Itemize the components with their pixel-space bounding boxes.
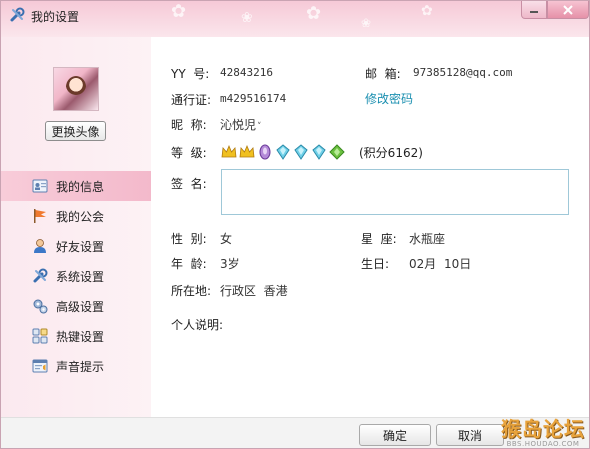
birthday-month: 02月 — [409, 257, 437, 271]
avatar — [53, 67, 99, 111]
constellation-value: 水瓶座 — [409, 232, 446, 246]
level-badges — [221, 144, 345, 160]
sidebar-item-hotkey-settings[interactable]: 热键设置 — [1, 321, 151, 351]
watermark-title: 猴岛论坛 — [501, 417, 585, 441]
cancel-button[interactable]: 取消 — [436, 424, 504, 446]
green-arrow-icon — [329, 144, 345, 160]
close-button[interactable] — [547, 1, 589, 19]
ok-button[interactable]: 确定 — [359, 424, 431, 446]
signature-label: 签 名: — [171, 177, 207, 191]
nickname-value: 沁悦児 — [220, 118, 257, 132]
age-label: 年 龄: — [171, 257, 207, 271]
location-label: 所在地: — [171, 284, 212, 298]
flower-decoration: ✿ — [306, 3, 322, 24]
sidebar-item-my-guild[interactable]: 我的公会 — [1, 201, 151, 231]
purple-gem-icon — [259, 144, 271, 160]
level-label: 等 级: — [171, 146, 207, 160]
watermark-url: BBS.HOUDAO.COM — [506, 440, 580, 448]
keyboard-icon — [32, 328, 48, 344]
forum-watermark: 猴岛论坛 BBS.HOUDAO.COM — [501, 418, 585, 448]
sidebar-item-label: 系统设置 — [56, 269, 105, 284]
sidebar-item-label: 我的信息 — [56, 179, 105, 194]
sidebar-nav: 我的信息 我的公会 好友设置 系统设置 高级设置 热键设置 声音提示 — [1, 171, 151, 381]
wrench-icon — [10, 7, 25, 22]
email-label: 邮 箱: — [365, 67, 401, 81]
sidebar-item-label: 声音提示 — [56, 359, 105, 374]
points-text: (积分6162) — [359, 146, 423, 160]
id-card-icon — [32, 179, 48, 193]
diamond-icon — [294, 144, 308, 160]
constellation-label: 星 座: — [361, 232, 397, 246]
sidebar-item-label: 好友设置 — [56, 239, 105, 254]
sidebar-item-label: 我的公会 — [56, 209, 105, 224]
sidebar-item-my-info[interactable]: 我的信息 — [1, 171, 151, 201]
sidebar-item-system-settings[interactable]: 系统设置 — [1, 261, 151, 291]
close-icon — [563, 4, 573, 15]
diamond-icon — [312, 144, 326, 160]
minimize-button[interactable] — [521, 1, 547, 19]
personal-note-label: 个人说明: — [171, 318, 224, 332]
title-bar[interactable]: 我的设置 ✿ ❀ ✿ ❀ ✿ — [1, 1, 589, 37]
crown-icon — [239, 144, 255, 158]
dialog-footer: 确定 取消 猴岛论坛 BBS.HOUDAO.COM — [1, 417, 589, 448]
yy-number-value: 42843216 — [220, 66, 273, 79]
location-value: 行政区 香港 — [220, 284, 288, 298]
signature-input[interactable] — [221, 169, 569, 215]
nickname-label: 昵 称: — [171, 118, 207, 132]
yy-number-label: YY 号: — [171, 67, 210, 81]
flower-decoration: ❀ — [241, 10, 253, 26]
flower-decoration: ✿ — [171, 1, 187, 22]
birthday-label: 生日: — [361, 257, 390, 271]
sidebar-item-friend-settings[interactable]: 好友设置 — [1, 231, 151, 261]
sidebar-item-sound-alerts[interactable]: 声音提示 — [1, 351, 151, 381]
passport-label: 通行证: — [171, 93, 212, 107]
person-icon — [34, 239, 46, 253]
diamond-icon — [276, 144, 290, 160]
flower-decoration: ✿ — [421, 3, 433, 19]
sidebar-item-label: 高级设置 — [56, 299, 105, 314]
gender-label: 性 别: — [171, 232, 207, 246]
flower-decoration: ❀ — [361, 16, 372, 30]
sound-window-icon — [32, 359, 48, 373]
change-avatar-button[interactable]: 更换头像 — [45, 121, 106, 141]
profile-panel: YY 号: 42843216 邮 箱: 97385128@qq.com 通行证:… — [151, 37, 589, 417]
email-value: 97385128@qq.com — [413, 66, 513, 79]
gender-value: 女 — [220, 232, 233, 246]
gears-icon — [33, 299, 48, 314]
sidebar-item-label: 热键设置 — [56, 329, 105, 344]
passport-value: m429516174 — [220, 92, 287, 105]
age-value: 3岁 — [220, 257, 240, 271]
birthday-day: 10日 — [444, 257, 472, 271]
minimize-icon — [530, 10, 538, 13]
window-controls — [521, 1, 589, 19]
flag-icon — [34, 209, 46, 223]
settings-window: 我的设置 ✿ ❀ ✿ ❀ ✿ 更换头像 我的信息 我的公会 好友设置 系统设置 … — [0, 0, 590, 449]
chevron-down-icon: ˅ — [257, 122, 262, 132]
nickname-dropdown[interactable]: 沁悦児˅ — [220, 116, 262, 133]
sidebar-item-advanced-settings[interactable]: 高级设置 — [1, 291, 151, 321]
sidebar: 更换头像 我的信息 我的公会 好友设置 系统设置 高级设置 热键设置 声音提示 — [1, 37, 151, 417]
change-password-link[interactable]: 修改密码 — [365, 90, 413, 107]
crown-icon — [221, 144, 237, 158]
wrench-icon — [33, 268, 48, 283]
window-title: 我的设置 — [31, 10, 80, 24]
